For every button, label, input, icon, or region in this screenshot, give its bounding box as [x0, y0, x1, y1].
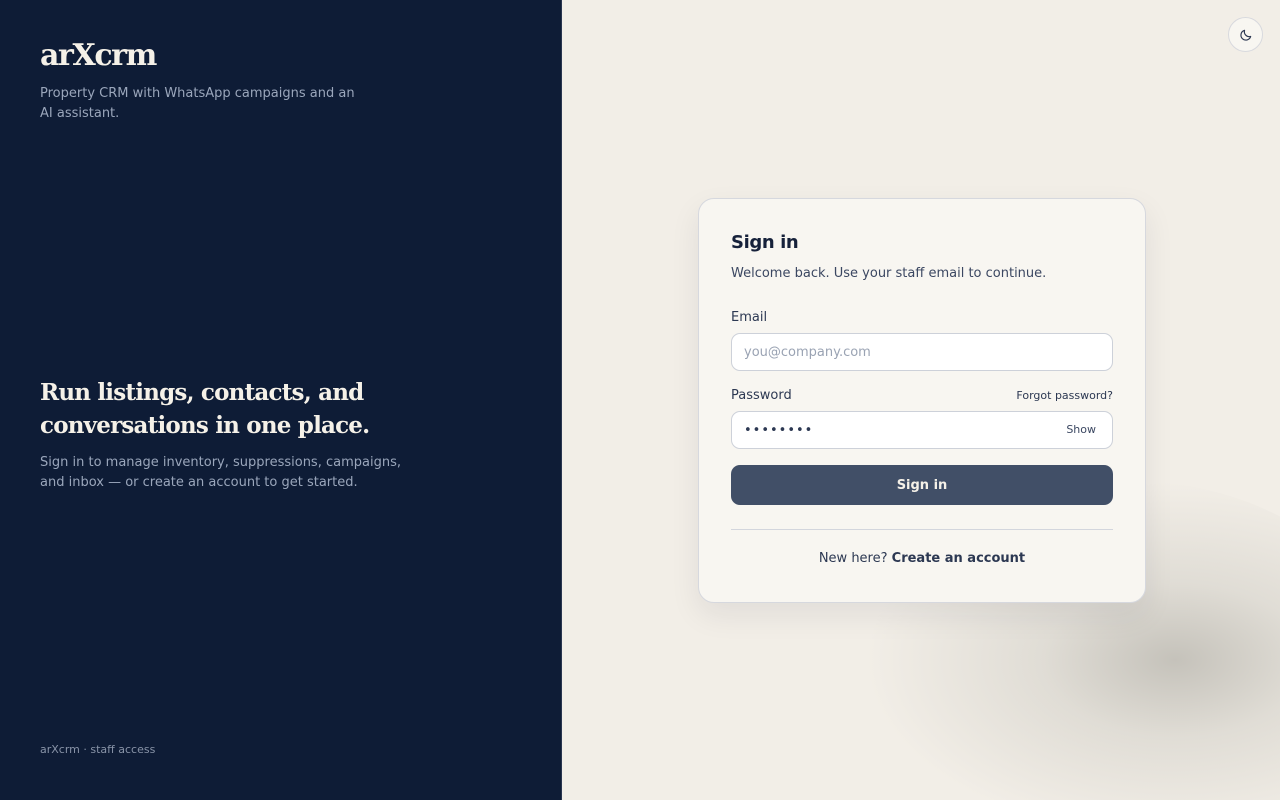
password-label: Password — [731, 388, 792, 403]
hero-subline: Sign in to manage inventory, suppression… — [40, 455, 401, 490]
moon-icon — [1239, 29, 1251, 41]
signin-title: Sign in — [731, 232, 799, 253]
theme-toggle-button[interactable] — [1228, 17, 1263, 52]
forgot-password-link[interactable]: Forgot password? — [1016, 389, 1113, 402]
footer-note: arXcrm · staff access — [40, 743, 156, 756]
email-field-wrapper — [731, 333, 1113, 371]
show-password-button[interactable]: Show — [1066, 423, 1096, 436]
email-field[interactable] — [732, 334, 1112, 370]
brand-panel: arXcrm Property CRM with WhatsApp campai… — [0, 0, 562, 800]
signin-card: Sign in Welcome back. Use your staff ema… — [698, 198, 1146, 603]
signin-panel: Sign in Welcome back. Use your staff ema… — [563, 0, 1280, 800]
signup-prompt-text: New here? — [818, 551, 888, 566]
hero-headline: Run listings, contacts, and conversation… — [40, 379, 370, 439]
brand-tagline: Property CRM with WhatsApp campaigns and… — [40, 86, 355, 121]
signin-subtitle: Welcome back. Use your staff email to co… — [731, 266, 1047, 281]
signup-prompt: New here? Create an account — [699, 551, 1145, 566]
password-field-wrapper: Show — [731, 411, 1113, 449]
create-account-link[interactable]: Create an account — [892, 551, 1026, 566]
signin-button[interactable]: Sign in — [731, 465, 1113, 505]
brand-logo: arXcrm — [40, 38, 157, 73]
password-field[interactable] — [732, 412, 1112, 448]
email-label: Email — [731, 310, 768, 325]
divider — [731, 529, 1113, 530]
